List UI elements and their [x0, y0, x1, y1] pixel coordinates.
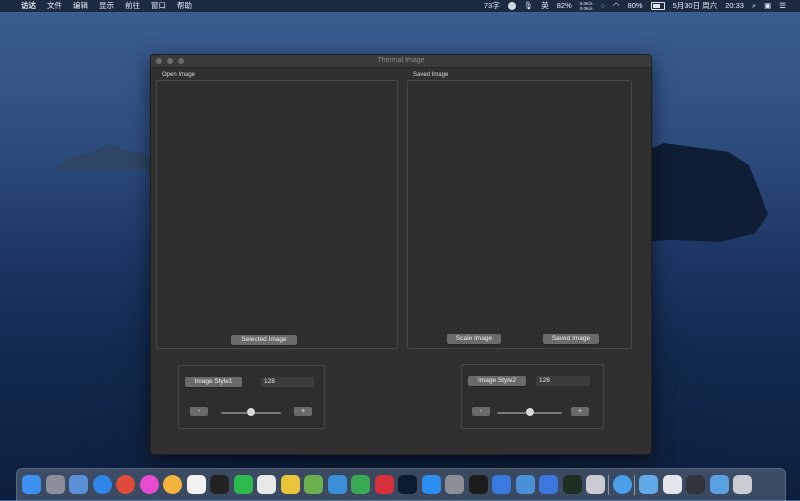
control-icon[interactable]: ▣: [764, 0, 771, 12]
date-text[interactable]: 5月30日 周六: [673, 0, 718, 12]
search-icon[interactable]: ⌕: [752, 0, 756, 12]
android-studio-icon[interactable]: [304, 475, 323, 494]
image-style2-button[interactable]: Image Style2: [468, 376, 526, 386]
menu-edit[interactable]: 编辑: [73, 0, 88, 12]
saved-image-panel: [407, 80, 632, 349]
photoshop-icon[interactable]: [398, 475, 417, 494]
activity-monitor-icon[interactable]: [562, 475, 582, 494]
photos-icon[interactable]: [163, 475, 182, 494]
thermal-image-app-icon[interactable]: [612, 475, 632, 494]
menu-help[interactable]: 帮助: [177, 0, 192, 12]
time-text[interactable]: 20:33: [725, 0, 744, 12]
thermal-image-window: Thermal Image Open Image Selected Image …: [150, 54, 652, 455]
folder-icon[interactable]: [639, 475, 658, 494]
qq-icon[interactable]: [210, 475, 229, 494]
style1-value-field[interactable]: 128: [261, 377, 314, 387]
vpn-icon[interactable]: [539, 475, 558, 494]
brightness-indicator[interactable]: 82%: [557, 0, 572, 12]
color-picker-icon[interactable]: [139, 475, 159, 494]
calendar-icon[interactable]: [186, 475, 206, 494]
network-speed[interactable]: 0.0K/s 0.0K/s: [580, 1, 593, 11]
style2-group: [461, 364, 604, 429]
xcode-icon[interactable]: [327, 475, 347, 494]
style2-slider-knob[interactable]: [525, 408, 534, 416]
dock-separator: [634, 475, 635, 495]
chat-icon[interactable]: [257, 475, 276, 494]
style2-value-field[interactable]: 128: [536, 376, 590, 386]
launchpad-icon[interactable]: [45, 475, 65, 494]
menu-go[interactable]: 前往: [125, 0, 140, 12]
style1-minus-button[interactable]: -: [190, 407, 208, 416]
menu-window[interactable]: 窗口: [151, 0, 166, 12]
menu-view[interactable]: 显示: [99, 0, 114, 12]
window-titlebar[interactable]: Thermal Image: [151, 55, 651, 68]
wifi-icon[interactable]: ◠: [613, 0, 620, 12]
battery-icon[interactable]: [650, 2, 665, 10]
wechat-icon[interactable]: [233, 475, 253, 494]
image-capture-icon[interactable]: [586, 475, 605, 494]
menu-app-name[interactable]: 访达: [21, 0, 36, 12]
status-circle-icon[interactable]: [507, 2, 516, 10]
dock: [16, 468, 786, 501]
saved-image-label: Saved Image: [413, 72, 449, 78]
island-right: [640, 143, 768, 242]
system-preferences-icon[interactable]: [445, 475, 464, 494]
scale-image-button[interactable]: Scale Image: [447, 334, 501, 344]
chrome-icon[interactable]: [116, 475, 135, 494]
style2-plus-button[interactable]: +: [571, 407, 589, 416]
screenshot-stack-icon[interactable]: [686, 475, 705, 494]
preview-icon[interactable]: [69, 475, 88, 494]
dock-separator: [607, 475, 609, 495]
trash-icon[interactable]: [733, 475, 752, 494]
open-image-panel: [156, 80, 398, 349]
style1-slider-knob[interactable]: [247, 408, 255, 416]
safari-icon[interactable]: [92, 475, 112, 494]
style1-plus-button[interactable]: +: [294, 407, 312, 416]
open-image-label: Open Image: [162, 72, 196, 78]
app-store-icon[interactable]: [421, 475, 441, 494]
settings-icon[interactable]: [515, 475, 535, 494]
sketch-icon[interactable]: [280, 475, 300, 494]
menu-bar: 访达 文件 编辑 显示 前往 窗口 帮助 73字 🎙 英 82% 0.0K/s …: [0, 0, 800, 12]
input-method-indicator[interactable]: 英: [541, 0, 549, 12]
microphone-icon[interactable]: 🎙: [524, 0, 534, 12]
youdao-icon[interactable]: [374, 475, 394, 494]
terminal-icon[interactable]: [468, 475, 488, 494]
numbers-icon[interactable]: [351, 475, 370, 494]
window-title: Thermal Image: [377, 57, 425, 64]
downloads-folder-icon[interactable]: [709, 475, 729, 494]
sync-icon[interactable]: ◌: [601, 0, 605, 12]
finder-icon[interactable]: [22, 475, 41, 494]
style1-group: [178, 365, 325, 429]
list-icon[interactable]: ☰: [779, 0, 786, 12]
net-down: 0.0K/s: [579, 6, 593, 11]
battery-percent[interactable]: 80%: [628, 0, 643, 12]
cpu-indicator[interactable]: 73字: [484, 0, 500, 12]
selected-image-button[interactable]: Selected Image: [231, 335, 297, 345]
menu-file[interactable]: 文件: [47, 0, 62, 12]
style2-minus-button[interactable]: -: [472, 407, 490, 416]
image-style1-button[interactable]: Image Style1: [185, 377, 242, 387]
document-icon[interactable]: [662, 475, 682, 494]
saved-image-button[interactable]: Saved Image: [543, 334, 599, 344]
network-utility-icon[interactable]: [492, 475, 511, 494]
